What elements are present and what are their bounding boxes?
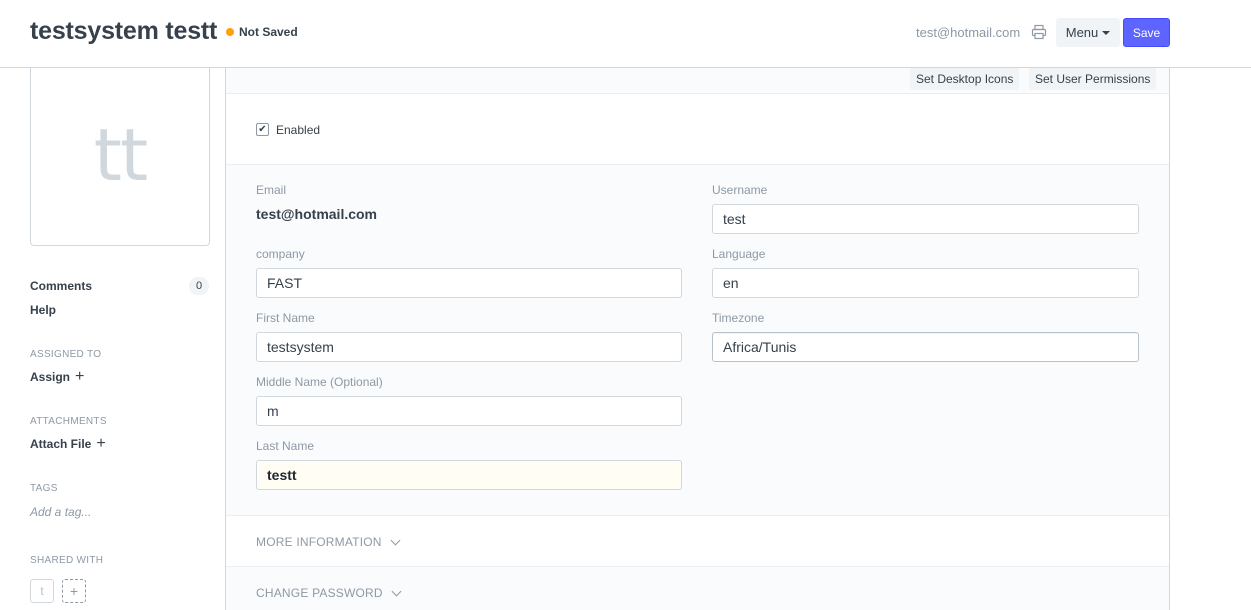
set-desktop-icons-button[interactable]: Set Desktop Icons bbox=[910, 68, 1020, 90]
sidebar-help-link[interactable]: Help bbox=[30, 303, 56, 317]
language-label: Language bbox=[712, 247, 766, 261]
middle-name-field[interactable]: m bbox=[256, 396, 682, 426]
username-label: Username bbox=[712, 183, 768, 197]
tag-input[interactable]: Add a tag... bbox=[30, 505, 91, 519]
status-text: Not Saved bbox=[239, 25, 298, 39]
username-field[interactable]: test bbox=[712, 204, 1139, 234]
plus-icon: + bbox=[96, 435, 106, 452]
last-name-field[interactable]: testt bbox=[256, 460, 682, 490]
set-user-permissions-button[interactable]: Set User Permissions bbox=[1029, 68, 1157, 90]
enabled-label[interactable]: Enabled bbox=[276, 123, 320, 137]
change-password-heading: CHANGE PASSWORD bbox=[256, 586, 383, 600]
print-icon[interactable] bbox=[1031, 24, 1047, 40]
more-information-section[interactable]: MORE INFORMATION bbox=[226, 516, 1169, 567]
user-email-link[interactable]: test@hotmail.com bbox=[916, 25, 1020, 40]
attachments-heading: ATTACHMENTS bbox=[30, 416, 107, 427]
attach-file-button[interactable]: Attach File + bbox=[30, 435, 106, 452]
form-links-bar: Set Desktop Icons Set User Permissions bbox=[226, 68, 1169, 94]
last-name-label: Last Name bbox=[256, 439, 315, 453]
chevron-down-icon bbox=[390, 535, 401, 545]
change-password-section[interactable]: CHANGE PASSWORD bbox=[226, 567, 1169, 610]
email-value: test@hotmail.com bbox=[256, 206, 378, 222]
sidebar-comments-link[interactable]: Comments bbox=[30, 279, 92, 293]
page-title: testsystem testt bbox=[30, 17, 218, 45]
more-information-toggle[interactable]: MORE INFORMATION bbox=[256, 535, 401, 549]
checkmark-icon: ✔ bbox=[258, 123, 267, 135]
assign-button[interactable]: Assign + bbox=[30, 368, 85, 385]
caret-down-icon bbox=[1102, 30, 1111, 35]
menu-button[interactable]: Menu bbox=[1056, 18, 1120, 47]
avatar[interactable]: tt bbox=[30, 68, 210, 246]
first-name-label: First Name bbox=[256, 311, 315, 325]
status-indicator: Not Saved bbox=[226, 25, 298, 39]
assigned-to-heading: ASSIGNED TO bbox=[30, 349, 102, 360]
company-field[interactable]: FAST bbox=[256, 268, 682, 298]
plus-icon: + bbox=[69, 583, 79, 599]
enabled-checkbox[interactable]: ✔ bbox=[256, 123, 269, 136]
more-information-heading: MORE INFORMATION bbox=[256, 535, 382, 549]
save-button[interactable]: Save bbox=[1123, 18, 1170, 47]
menu-button-label: Menu bbox=[1065, 25, 1099, 40]
enabled-section: ✔ Enabled bbox=[226, 94, 1169, 165]
status-dot-icon bbox=[226, 28, 234, 36]
shared-with-heading: SHARED WITH bbox=[30, 555, 104, 566]
language-field[interactable]: en bbox=[712, 268, 1139, 298]
email-label: Email bbox=[256, 183, 287, 197]
comments-count-badge: 0 bbox=[189, 277, 209, 295]
user-details-section: Email test@hotmail.com company FAST Firs… bbox=[226, 165, 1169, 516]
page-header: testsystem testt Not Saved test@hotmail.… bbox=[0, 0, 1251, 68]
assign-label: Assign bbox=[30, 370, 71, 384]
plus-icon: + bbox=[75, 368, 85, 385]
first-name-field[interactable]: testsystem bbox=[256, 332, 682, 362]
attach-file-label: Attach File bbox=[30, 437, 92, 451]
middle-name-label: Middle Name (Optional) bbox=[256, 375, 383, 389]
add-share-button[interactable]: + bbox=[62, 579, 86, 603]
form-panel: Set Desktop Icons Set User Permissions ✔… bbox=[225, 68, 1170, 610]
shared-user-avatar[interactable]: t bbox=[30, 579, 54, 603]
change-password-toggle[interactable]: CHANGE PASSWORD bbox=[256, 586, 402, 600]
timezone-label: Timezone bbox=[712, 311, 765, 325]
timezone-select[interactable]: Africa/Tunis bbox=[712, 332, 1139, 362]
chevron-down-icon bbox=[391, 586, 402, 596]
tags-heading: TAGS bbox=[30, 483, 58, 494]
avatar-initials: tt bbox=[93, 112, 148, 197]
company-label: company bbox=[256, 247, 305, 261]
